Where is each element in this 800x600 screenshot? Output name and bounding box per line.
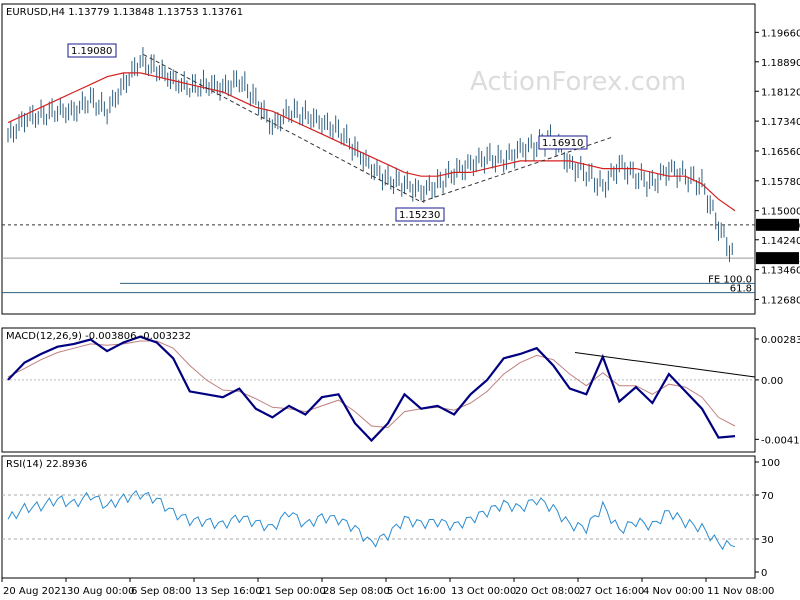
price-level-lines: FE 100.061.8 [2, 224, 755, 295]
time-tick-label: 20 Oct 08:00 [515, 586, 580, 597]
macd-tick-label: 0.002839 [761, 335, 800, 346]
rsi-tick-label: 70 [761, 491, 774, 502]
macd-layer [2, 335, 756, 443]
chart-svg: ActionForex.com FE 100.061.8 1.19080 1.15… [1, 3, 800, 597]
level-badge: 1.13761 [756, 252, 800, 265]
rsi-line [7, 489, 736, 551]
rsi-tick-label: 0 [761, 568, 767, 579]
time-tick-label: 30 Aug 00:00 [67, 586, 134, 597]
annotation-label: 1.19080 [71, 46, 112, 57]
price-tick-label: 1.15780 [761, 177, 800, 188]
rsi-layer [2, 489, 755, 551]
level-badge-label: 1.14630 [759, 221, 800, 232]
level-badge-label: 1.13761 [759, 254, 800, 265]
time-axis: 20 Aug 2021 30 Aug 00:006 Sep 08:00 13 Sep… [1, 578, 774, 597]
time-tick-label: 4 Nov 00:00 [643, 586, 704, 597]
time-tick-label: 21 Sep 00:00 [259, 586, 326, 597]
time-tick-label: 5 Oct 16:00 [387, 586, 446, 597]
annotation-label: 1.15230 [399, 210, 440, 221]
price-tick-label: 1.18120 [761, 87, 800, 98]
price-tick-label: 1.19660 [761, 28, 800, 39]
level-badge: 1.14630 [756, 218, 800, 232]
macd-signal-line [7, 340, 736, 429]
time-tick-label: 20 Aug 2021 [3, 586, 67, 597]
annotation-box: 1.16910 [538, 135, 588, 150]
rsi-tick-label: 100 [761, 458, 780, 469]
price-tick-label: 1.17340 [761, 117, 800, 128]
price-tick-label: 1.13460 [761, 266, 800, 277]
time-tick-label: 13 Oct 00:00 [451, 586, 516, 597]
price-tick-label: 1.14240 [761, 236, 800, 247]
macd-header: MACD(12,26,9) -0.003806 -0.003232 [6, 331, 191, 342]
price-header: EURUSD,H4 1.13779 1.13848 1.13753 1.1376… [6, 7, 243, 18]
price-tick-label: 1.16560 [761, 147, 800, 158]
macd-tick-label: -0.004123 [761, 435, 800, 446]
macd-tick-label: 0.00 [761, 376, 783, 387]
time-tick-label: 11 Nov 08:00 [707, 586, 774, 597]
rsi-header: RSI(14) 22.8936 [6, 459, 87, 470]
time-tick-label: 27 Oct 16:00 [579, 586, 644, 597]
rsi-tick-label: 30 [761, 535, 774, 546]
fe-label: 61.8 [730, 284, 752, 295]
price-tick-label: 1.12680 [761, 295, 800, 306]
price-axis-ticks: 1.19660 1.18890 1.18120 1.17340 1.16560 1.157… [755, 28, 800, 306]
time-tick-label: 28 Sep 08:00 [323, 586, 390, 597]
macd-axis-ticks: 0.002839 0.00 -0.004123 [755, 335, 800, 446]
annotation-box: 1.19080 [67, 43, 117, 58]
watermark: ActionForex.com [470, 67, 686, 97]
price-tick-label: 1.15000 [761, 207, 800, 218]
panel-frame-3 [1, 455, 756, 579]
macd-line [7, 335, 736, 443]
rsi-axis-ticks: 100 70 30 0 [755, 458, 780, 579]
annotation-box: 1.15230 [395, 207, 445, 222]
annotation-label: 1.16910 [542, 138, 583, 149]
time-tick-label: 6 Sep 08:00 [131, 586, 191, 597]
time-tick-label: 13 Sep 16:00 [195, 586, 262, 597]
price-tick-label: 1.18890 [761, 58, 800, 69]
